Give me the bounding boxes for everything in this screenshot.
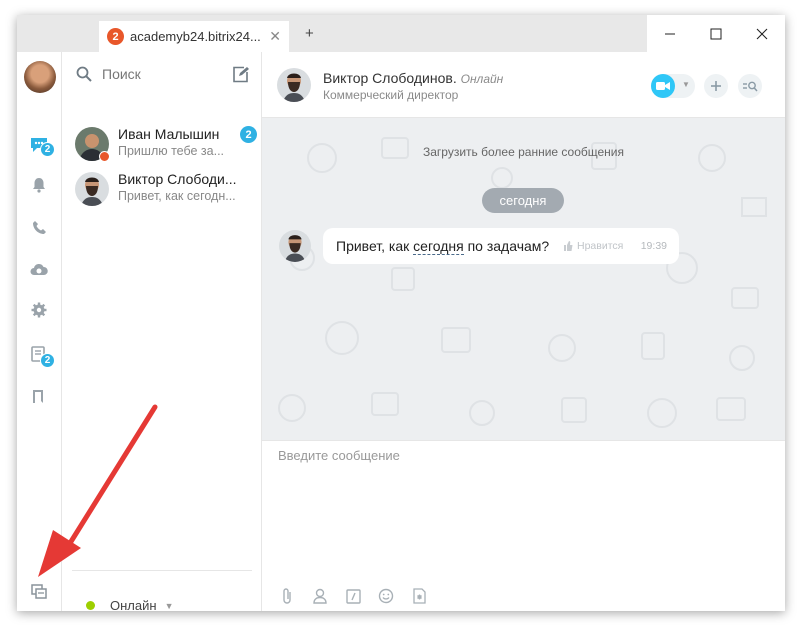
bell-icon[interactable]	[29, 175, 49, 195]
tab-close-icon[interactable]: ✕	[269, 28, 281, 45]
message-input[interactable]: Введите сообщение	[278, 448, 400, 463]
close-icon[interactable]	[739, 15, 785, 52]
search-input[interactable]: Поиск	[102, 66, 141, 82]
chevron-down-icon: ▼	[164, 600, 174, 611]
chat-partner-name[interactable]: Виктор Слободинов. Онлайн	[323, 70, 503, 86]
message-text: Привет, как сегодня по задачам?	[336, 238, 550, 255]
search-list-icon	[743, 81, 758, 92]
add-user-button[interactable]	[704, 74, 728, 98]
message-author-avatar[interactable]	[279, 230, 311, 262]
user-icon[interactable]	[309, 585, 331, 607]
browser-tab[interactable]: 2 academyb24.bitrix24... ✕	[99, 21, 289, 52]
video-call-button[interactable]: ▼	[651, 74, 695, 98]
date-separator: сегодня	[482, 188, 564, 213]
partner-name-text: Виктор Слободинов.	[323, 70, 457, 86]
message-keyword-link[interactable]: сегодня	[413, 238, 464, 255]
window-controls	[647, 15, 785, 52]
user-avatar[interactable]	[24, 61, 56, 93]
contact-avatar	[75, 172, 109, 206]
message-bubble[interactable]: Привет, как сегодня по задачам? Нравится…	[323, 228, 679, 264]
like-button[interactable]: Нравится	[563, 240, 623, 252]
chat-panel: Виктор Слободинов. Онлайн Коммерческий д…	[262, 52, 785, 611]
contacts-panel: Поиск Иван Малышин Пришлю тебе за... 2 В…	[62, 52, 262, 611]
tab-badge: 2	[107, 28, 124, 45]
contact-name: Виктор Слободи...	[118, 171, 237, 187]
bookmark-icon[interactable]	[29, 386, 49, 406]
chat-badge: 2	[40, 142, 55, 157]
title-bar: 2 academyb24.bitrix24... ✕ +	[17, 15, 785, 52]
divider	[72, 570, 252, 571]
chevron-down-icon: ▼	[682, 80, 690, 89]
message-input-area[interactable]: Введите сообщение	[262, 440, 785, 611]
partner-position: Коммерческий директор	[323, 88, 459, 102]
contact-item[interactable]: Виктор Слободи... Привет, как сегодн...	[72, 169, 257, 209]
plus-icon	[711, 81, 721, 91]
contact-last-message: Пришлю тебе за...	[118, 144, 225, 158]
status-selector[interactable]: Онлайн ▼	[86, 598, 173, 611]
minimize-icon[interactable]	[647, 15, 693, 52]
background-pattern	[278, 137, 767, 428]
contact-item[interactable]: Иван Малышин Пришлю тебе за... 2	[72, 124, 257, 164]
contact-name: Иван Малышин	[118, 126, 220, 142]
message-time: 19:39	[640, 240, 667, 252]
left-rail: 2 2	[17, 52, 62, 611]
like-label: Нравится	[577, 240, 624, 252]
search-box[interactable]: Поиск	[76, 66, 141, 82]
partner-status: Онлайн	[460, 72, 504, 86]
smile-icon[interactable]	[375, 585, 397, 607]
chat-messages-area: Загрузить более ранние сообщения сегодня…	[262, 118, 785, 440]
search-history-button[interactable]	[738, 74, 762, 98]
phone-icon[interactable]	[29, 217, 49, 237]
windows-icon[interactable]	[29, 581, 49, 601]
new-tab-button[interactable]: +	[305, 25, 314, 42]
search-icon	[76, 66, 92, 82]
compose-icon[interactable]	[232, 66, 249, 88]
contact-last-message: Привет, как сегодн...	[118, 189, 236, 203]
tab-title: academyb24.bitrix24...	[130, 29, 261, 44]
unread-badge: 2	[240, 126, 257, 143]
gear-icon[interactable]	[29, 300, 49, 320]
maximize-icon[interactable]	[693, 15, 739, 52]
load-earlier-messages-link[interactable]: Загрузить более ранние сообщения	[262, 145, 785, 159]
command-icon[interactable]	[342, 585, 364, 607]
status-label: Онлайн	[110, 598, 157, 611]
attach-file-icon[interactable]	[276, 585, 298, 607]
input-toolbar	[276, 585, 441, 607]
app-window: 2 academyb24.bitrix24... ✕ + 2 2 Поиск И…	[17, 15, 785, 611]
dnd-status-icon	[99, 151, 110, 162]
thumbs-up-icon	[564, 241, 573, 251]
tasks-badge: 2	[40, 353, 55, 368]
create-document-icon[interactable]	[408, 585, 430, 607]
chat-header: Виктор Слободинов. Онлайн Коммерческий д…	[262, 52, 785, 118]
online-status-icon	[86, 601, 95, 610]
video-camera-icon	[651, 74, 675, 98]
chat-partner-avatar[interactable]	[277, 68, 311, 102]
cloud-sync-icon[interactable]	[29, 259, 49, 279]
